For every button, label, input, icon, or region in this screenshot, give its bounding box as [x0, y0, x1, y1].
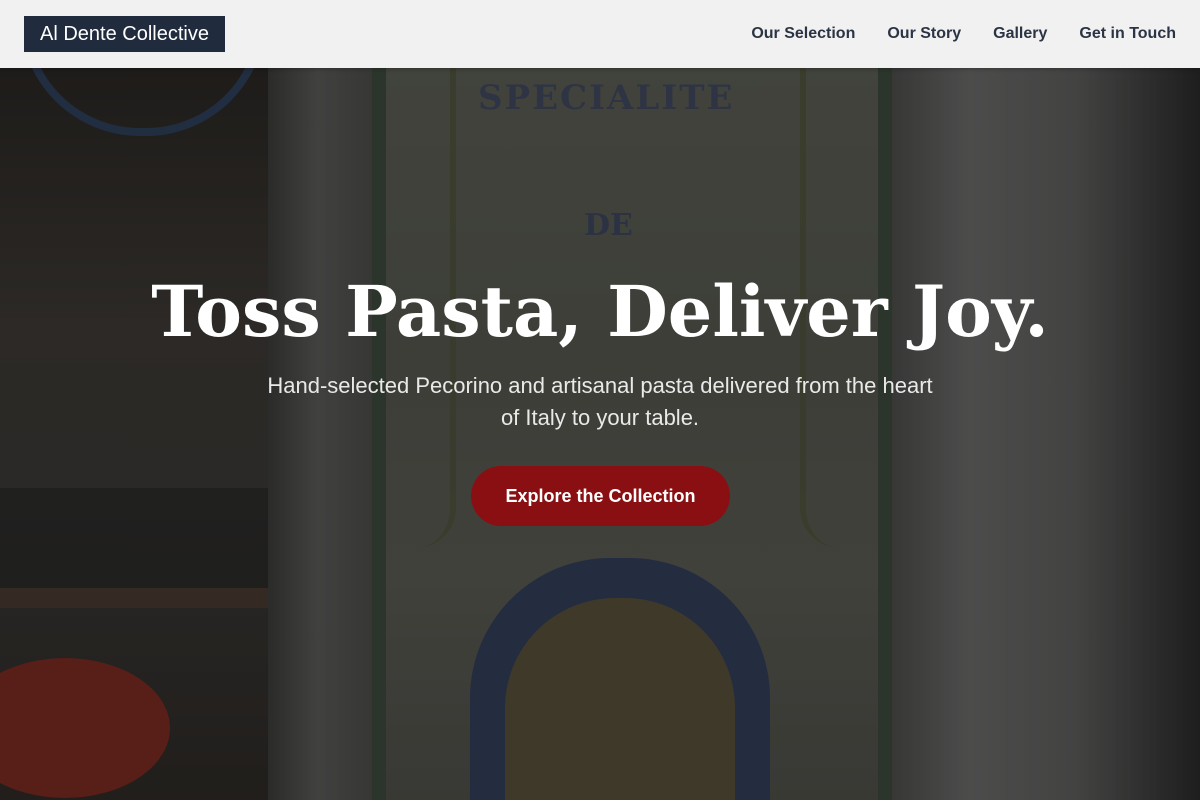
hero-title: Toss Pasta, Deliver Joy.	[151, 270, 1049, 353]
landing-page: Al Dente Collective Our Selection Our St…	[0, 0, 1200, 800]
nav-link-our-story[interactable]: Our Story	[887, 25, 961, 43]
hero-subtitle: Hand-selected Pecorino and artisanal pas…	[267, 373, 933, 430]
site-header: Al Dente Collective Our Selection Our St…	[0, 0, 1200, 68]
explore-collection-button[interactable]: Explore the Collection	[471, 466, 730, 526]
brand-logo[interactable]: Al Dente Collective	[24, 16, 225, 52]
nav-link-gallery[interactable]: Gallery	[993, 25, 1047, 43]
main-nav: Our Selection Our Story Gallery Get in T…	[751, 0, 1176, 68]
nav-link-get-in-touch[interactable]: Get in Touch	[1079, 25, 1176, 43]
hero-content: Toss Pasta, Deliver Joy. Hand-selected P…	[0, 68, 1200, 800]
hero-section: SPECIALITE DE Toss Pasta, Deliver Joy. H…	[0, 68, 1200, 800]
nav-link-our-selection[interactable]: Our Selection	[751, 25, 855, 43]
